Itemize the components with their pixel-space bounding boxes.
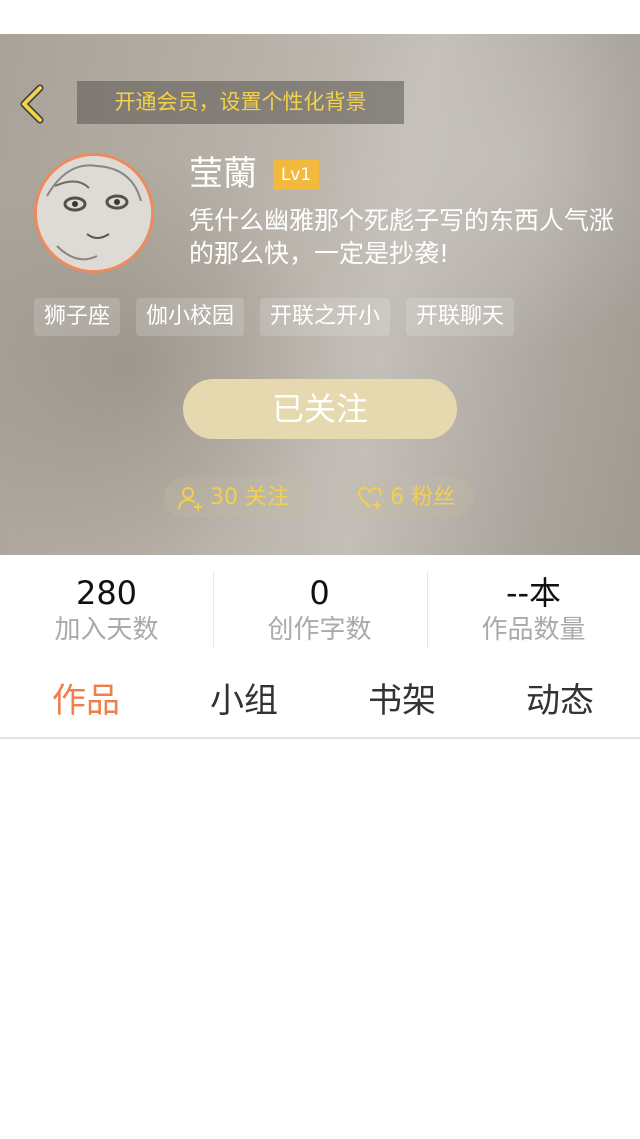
fans-count-button[interactable]: 6 粉丝 xyxy=(344,477,474,518)
heart-plus-icon xyxy=(358,486,382,509)
stat-value: 0 xyxy=(309,574,330,612)
stat-value: 280 xyxy=(75,574,138,612)
level-badge: Lv1 xyxy=(273,160,319,190)
tab-bar: 作品 小组 书架 动态 xyxy=(0,665,640,739)
back-button[interactable] xyxy=(14,82,50,126)
follow-button[interactable]: 已关注 xyxy=(183,379,457,439)
username: 莹蘭 xyxy=(189,154,257,194)
tab-groups[interactable]: 小组 xyxy=(164,679,324,723)
tag-item[interactable]: 开联聊天 xyxy=(406,298,515,336)
following-count: 30 关注 xyxy=(210,485,289,510)
avatar[interactable] xyxy=(34,153,154,273)
tag-item[interactable]: 开联之开小 xyxy=(260,298,391,336)
stat-word-count: 0 创作字数 xyxy=(213,573,426,647)
stat-value: --本 xyxy=(505,574,562,612)
stat-label: 加入天数 xyxy=(54,615,159,645)
avatar-image xyxy=(37,156,151,270)
following-count-button[interactable]: 30 关注 xyxy=(164,477,314,518)
tab-bookshelf[interactable]: 书架 xyxy=(322,679,482,723)
tab-activity[interactable]: 动态 xyxy=(480,679,640,723)
tab-content xyxy=(0,741,640,1139)
status-bar xyxy=(0,0,640,34)
profile-header: 开通会员，设置个性化背景 莹蘭 Lv1 凭什么幽雅那个死彪子写的东西人气涨的那么… xyxy=(0,34,640,555)
stat-join-days: 280 加入天数 xyxy=(0,573,213,647)
user-bio: 凭什么幽雅那个死彪子写的东西人气涨的那么快，一定是抄袭! xyxy=(189,206,615,268)
stat-label: 创作字数 xyxy=(267,615,372,645)
tag-list: 狮子座 伽小校园 开联之开小 开联聊天 xyxy=(34,298,515,336)
fans-count: 6 粉丝 xyxy=(390,485,455,510)
user-plus-icon xyxy=(178,486,202,511)
chevron-left-icon xyxy=(20,84,44,124)
tab-works[interactable]: 作品 xyxy=(6,679,166,723)
tag-item[interactable]: 伽小校园 xyxy=(136,298,245,336)
tag-item[interactable]: 狮子座 xyxy=(34,298,121,336)
stat-label: 作品数量 xyxy=(481,615,586,645)
stats-row: 280 加入天数 0 创作字数 --本 作品数量 xyxy=(0,555,640,660)
stat-works-count: --本 作品数量 xyxy=(427,573,640,647)
vip-banner[interactable]: 开通会员，设置个性化背景 xyxy=(77,81,404,124)
